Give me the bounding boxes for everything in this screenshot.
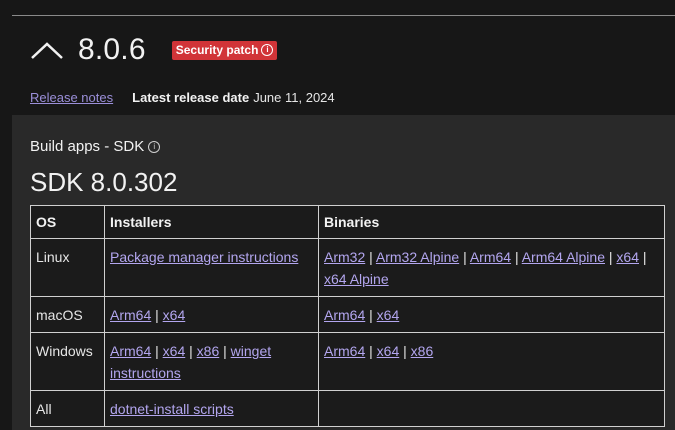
- sdk-panel: Build apps - SDK i SDK 8.0.302 OS Instal…: [12, 115, 675, 430]
- badge-label: Security patch: [175, 42, 259, 57]
- separator: |: [369, 307, 373, 323]
- download-link[interactable]: x64: [616, 249, 639, 265]
- installers-cell: dotnet-install scripts: [104, 390, 319, 427]
- sdk-version-heading: SDK 8.0.302: [30, 167, 178, 197]
- separator: |: [155, 343, 159, 359]
- download-link[interactable]: x64: [377, 343, 400, 359]
- download-link[interactable]: Arm32: [324, 249, 365, 265]
- table-row: macOS Arm64 | x64 Arm64 | x64: [30, 296, 665, 333]
- separator: |: [155, 307, 159, 323]
- table-row: Linux Package manager instructions Arm32…: [30, 238, 665, 297]
- latest-release-date-value: June 11, 2024: [253, 90, 335, 105]
- separator: |: [642, 249, 647, 265]
- sdk-section-title: Build apps - SDK i: [30, 138, 161, 155]
- os-cell: All: [30, 390, 105, 427]
- separator: |: [369, 249, 373, 265]
- column-header-binaries: Binaries: [318, 205, 665, 239]
- info-icon: i: [261, 44, 274, 56]
- security-patch-badge: Security patch i: [171, 40, 278, 60]
- installers-cell: Arm64 | x64 | x86 | winget instructions: [104, 332, 319, 391]
- download-link[interactable]: Arm64: [324, 343, 365, 359]
- separator: |: [223, 343, 227, 359]
- os-cell: Windows: [30, 332, 105, 391]
- table-header-row: OS Installers Binaries: [30, 205, 665, 239]
- download-link[interactable]: Arm64: [110, 343, 151, 359]
- download-link[interactable]: Package manager instructions: [110, 249, 298, 265]
- binaries-cell: Arm64 | x64 | x86: [318, 332, 665, 391]
- binaries-cell: Arm32 | Arm32 Alpine | Arm64 | Arm64 Alp…: [318, 238, 665, 297]
- separator: |: [403, 343, 407, 359]
- download-link[interactable]: Arm64: [324, 307, 365, 323]
- separator: |: [189, 343, 193, 359]
- download-link[interactable]: x64: [377, 307, 400, 323]
- release-notes-link[interactable]: Release notes: [30, 90, 113, 105]
- sdk-downloads-table: OS Installers Binaries Linux Package man…: [30, 205, 665, 427]
- separator: |: [463, 249, 467, 265]
- binaries-cell: [318, 390, 665, 427]
- table-row: Windows Arm64 | x64 | x86 | winget instr…: [30, 332, 665, 391]
- download-link[interactable]: Arm64: [470, 249, 511, 265]
- separator: |: [369, 343, 373, 359]
- os-cell: Linux: [30, 238, 105, 297]
- installers-cell: Package manager instructions: [104, 238, 319, 297]
- release-header: 8.0.6 Security patch i: [30, 30, 278, 70]
- release-meta: Release notes Latest release date June 1…: [30, 90, 335, 105]
- os-cell: macOS: [30, 296, 105, 333]
- separator: |: [608, 249, 613, 265]
- download-link[interactable]: Arm64: [110, 307, 151, 323]
- download-link[interactable]: x64 Alpine: [324, 271, 389, 287]
- download-link[interactable]: Arm32 Alpine: [376, 249, 459, 265]
- download-link[interactable]: x86: [411, 343, 434, 359]
- download-link[interactable]: x64: [163, 343, 186, 359]
- installers-cell: Arm64 | x64: [104, 296, 319, 333]
- release-version: 8.0.6: [78, 33, 146, 66]
- download-link[interactable]: x86: [197, 343, 220, 359]
- download-link[interactable]: dotnet-install scripts: [110, 401, 234, 417]
- top-divider: [12, 15, 675, 16]
- chevron-up-icon[interactable]: [30, 38, 64, 62]
- binaries-cell: Arm64 | x64: [318, 296, 665, 333]
- download-link[interactable]: Arm64 Alpine: [522, 249, 605, 265]
- download-link[interactable]: x64: [163, 307, 186, 323]
- sdk-section-label: Build apps - SDK: [30, 138, 145, 155]
- column-header-installers: Installers: [104, 205, 319, 239]
- separator: |: [514, 249, 519, 265]
- table-row: All dotnet-install scripts: [30, 390, 665, 427]
- info-icon[interactable]: i: [148, 140, 161, 153]
- latest-release-date-label: Latest release date: [132, 90, 250, 105]
- column-header-os: OS: [30, 205, 105, 239]
